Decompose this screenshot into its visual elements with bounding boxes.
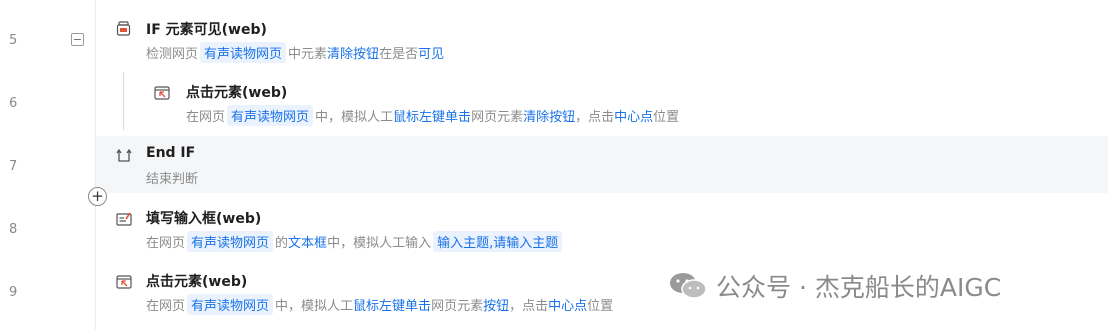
webpage-chip[interactable]: 有声读物网页 [227, 105, 314, 126]
step-title: 点击元素(web) [186, 85, 288, 101]
watermark: 公众号 · 杰克船长的AIGC [668, 268, 1001, 304]
line-number: 6 [9, 96, 18, 111]
line-number: 5 [9, 33, 18, 48]
end-if-icon [116, 148, 132, 162]
click-element-icon [116, 275, 132, 289]
line-number: 8 [9, 222, 18, 237]
step-title: 填写输入框(web) [146, 211, 262, 227]
add-step-button[interactable]: + [88, 187, 107, 206]
step-description: 在网页 有声读物网页 中，模拟人工鼠标左键单击网页元素清除按钮，点击中心点位置 [186, 105, 679, 126]
browser-condition-icon [116, 21, 131, 36]
fill-input-icon [116, 212, 132, 226]
step-title: 点击元素(web) [146, 274, 248, 290]
line-number: 7 [9, 159, 18, 174]
hovered-row-background [96, 136, 1108, 193]
line-number: 9 [9, 285, 18, 300]
step-title: IF 元素可见(web) [146, 22, 267, 38]
webpage-chip[interactable]: 有声读物网页 [187, 294, 274, 315]
step-description: 在网页 有声读物网页 中，模拟人工鼠标左键单击网页元素按钮，点击中心点位置 [146, 294, 613, 315]
click-element-icon [154, 86, 170, 100]
input-value-chip[interactable]: 输入主题,请输入主题 [433, 231, 563, 252]
watermark-text: 公众号 · 杰克船长的AIGC [716, 273, 1002, 302]
webpage-chip[interactable]: 有声读物网页 [200, 42, 287, 63]
line-gutter: 5 6 7 8 9 − [0, 0, 96, 330]
step-description: 检测网页 有声读物网页 中元素清除按钮在是否可见 [146, 42, 444, 63]
webpage-chip[interactable]: 有声读物网页 [187, 231, 274, 252]
wechat-icon [670, 273, 707, 299]
collapse-toggle[interactable]: − [71, 33, 84, 46]
step-title: End IF [146, 145, 196, 161]
step-description: 结束判断 [146, 172, 199, 187]
step-description: 在网页 有声读物网页 的文本框中，模拟人工输入 输入主题,请输入主题 [146, 231, 564, 252]
block-indent-guide [123, 72, 124, 130]
